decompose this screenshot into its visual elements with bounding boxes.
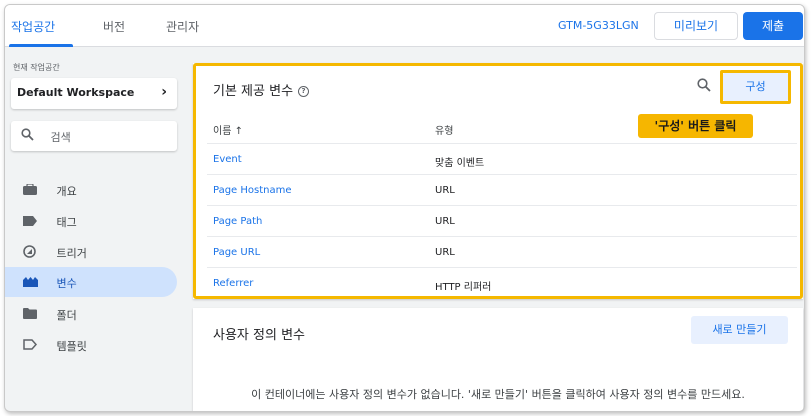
workspace-name: Default Workspace — [17, 86, 135, 99]
configure-button-highlight — [720, 70, 791, 104]
table-row[interactable]: Referrer HTTP 리퍼러 — [207, 267, 797, 298]
sidebar-item-label: 변수 — [56, 277, 77, 290]
app-window: 작업공간 버전 관리자 GTM-5G33LGN 미리보기 제출 현재 작업공간 … — [4, 4, 805, 412]
tab-workspace[interactable]: 작업공간 — [11, 18, 55, 35]
sidebar-item-label: 트리거 — [56, 247, 87, 260]
builtin-variables-title: 기본 제공 변수 — [213, 84, 294, 99]
sidebar-item-variables[interactable]: 변수 — [5, 267, 177, 297]
sidebar-search-input[interactable]: 검색 — [11, 121, 177, 151]
table-row[interactable]: Page Hostname URL — [207, 174, 797, 205]
variable-name-link[interactable]: Referrer — [213, 278, 253, 289]
column-header-name[interactable]: 이름 ↑ — [213, 122, 243, 137]
variable-type: HTTP 리퍼러 — [435, 282, 492, 293]
sidebar-item-label: 태그 — [56, 216, 77, 229]
briefcase-icon — [23, 183, 53, 198]
table-row[interactable]: Event 맞춤 이벤트 — [207, 143, 797, 174]
preview-button[interactable]: 미리보기 — [654, 12, 738, 40]
instruction-callout: '구성' 버튼 클릭 — [638, 114, 753, 138]
top-bar: 작업공간 버전 관리자 GTM-5G33LGN 미리보기 제출 — [5, 5, 804, 47]
submit-button[interactable]: 제출 — [743, 12, 803, 40]
new-variable-button[interactable]: 새로 만들기 — [691, 316, 788, 344]
user-variables-title: 사용자 정의 변수 — [213, 328, 305, 343]
variable-type: URL — [435, 185, 455, 196]
sidebar-item-overview[interactable]: 개요 — [5, 175, 177, 205]
workspace-selector[interactable]: Default Workspace › — [11, 78, 177, 109]
variable-icon — [23, 276, 53, 290]
variable-type: 맞춤 이벤트 — [435, 158, 485, 169]
table-row[interactable]: Page Path URL — [207, 205, 797, 236]
variable-type: URL — [435, 247, 455, 258]
tab-admin[interactable]: 관리자 — [166, 18, 199, 35]
user-defined-variables-panel: 사용자 정의 변수 새로 만들기 이 컨테이너에는 사용자 정의 변수가 없습니… — [193, 308, 803, 411]
empty-state-message: 이 컨테이너에는 사용자 정의 변수가 없습니다. '새로 만들기' 버튼을 클… — [251, 388, 745, 401]
tag-icon — [23, 215, 53, 229]
sidebar-item-folders[interactable]: 폴더 — [5, 299, 177, 329]
table-row[interactable]: Page URL URL — [207, 236, 797, 267]
variable-name-link[interactable]: Event — [213, 154, 242, 165]
tab-versions[interactable]: 버전 — [103, 18, 125, 35]
search-icon — [21, 128, 37, 144]
column-header-type[interactable]: 유형 — [435, 122, 453, 137]
sidebar-item-tags[interactable]: 태그 — [5, 206, 177, 236]
variable-name-link[interactable]: Page URL — [213, 247, 260, 258]
chevron-right-icon: › — [161, 84, 167, 100]
trigger-icon — [23, 245, 53, 261]
sidebar-item-templates[interactable]: 템플릿 — [5, 330, 177, 360]
variable-name-link[interactable]: Page Path — [213, 216, 262, 227]
container-id-link[interactable]: GTM-5G33LGN — [558, 19, 639, 32]
active-tab-indicator — [9, 44, 73, 47]
current-workspace-label: 현재 작업공간 — [13, 63, 60, 72]
sidebar-item-label: 템플릿 — [56, 340, 87, 353]
search-icon[interactable] — [697, 78, 711, 95]
variable-name-link[interactable]: Page Hostname — [213, 185, 292, 196]
sidebar-item-label: 폴더 — [56, 309, 77, 322]
sidebar-item-label: 개요 — [56, 185, 77, 198]
template-icon — [23, 339, 53, 353]
sidebar-item-triggers[interactable]: 트리거 — [5, 237, 177, 267]
panel-title: 기본 제공 변수? — [213, 80, 310, 99]
help-icon[interactable]: ? — [298, 86, 310, 97]
builtin-variables-panel: 기본 제공 변수? 구성 '구성' 버튼 클릭 이름 ↑ 유형 Event 맞춤… — [193, 63, 803, 299]
variable-type: URL — [435, 216, 455, 227]
folder-icon — [23, 308, 53, 322]
search-placeholder: 검색 — [50, 131, 71, 144]
